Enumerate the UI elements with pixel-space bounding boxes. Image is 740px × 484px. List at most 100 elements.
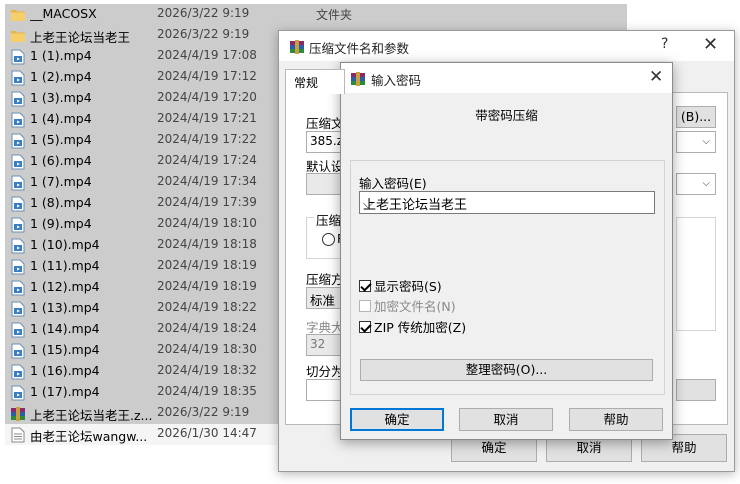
file-name: 1 (9).mp4 — [30, 216, 92, 231]
file-date: 2024/4/19 17:39 — [157, 195, 257, 209]
file-date: 2024/4/19 18:10 — [157, 216, 257, 230]
file-name: 1 (8).mp4 — [30, 195, 92, 210]
file-date: 2024/4/19 17:08 — [157, 48, 257, 62]
file-name: 1 (17).mp4 — [30, 384, 100, 399]
winrar-icon — [351, 72, 365, 86]
dict-size-dropdown[interactable]: 32 — [306, 334, 344, 356]
split-label: 切分为 — [306, 364, 344, 379]
tab-general-label: 常规 — [294, 76, 319, 90]
browse-button[interactable]: (B)... — [676, 106, 716, 128]
file-name: 1 (7).mp4 — [30, 174, 92, 189]
text-file-icon — [10, 427, 26, 443]
password-ok-label: 确定 — [384, 412, 410, 427]
file-name: 上老王论坛当老王.z... — [30, 408, 153, 423]
password-help-button[interactable]: 帮助 — [569, 408, 663, 431]
file-name: 由老王论坛wangw... — [30, 429, 148, 444]
file-date: 2024/4/19 18:32 — [157, 363, 257, 377]
organize-passwords-label: 整理密码(O)... — [465, 362, 548, 377]
file-name: 1 (16).mp4 — [30, 363, 100, 378]
video-file-icon — [10, 175, 26, 191]
set-password-button[interactable] — [676, 379, 716, 401]
file-date: 2024/4/19 17:21 — [157, 111, 257, 125]
archive-icon — [10, 406, 26, 422]
folder-icon — [10, 7, 26, 23]
help-label: 帮助 — [671, 440, 697, 455]
file-name: 上老王论坛当老王 — [30, 30, 131, 45]
file-date: 2024/4/19 18:30 — [157, 342, 257, 356]
tab-general[interactable]: 常规 — [285, 69, 345, 94]
password-dialog-titlebar[interactable]: 输入密码 ✕ — [341, 63, 672, 93]
checkbox-box[interactable] — [359, 299, 371, 312]
password-combobox[interactable]: 上老王论坛当老王 ⌵ — [359, 191, 655, 214]
video-file-icon — [10, 301, 26, 317]
close-icon[interactable]: ✕ — [703, 34, 718, 55]
file-name: 1 (13).mp4 — [30, 300, 100, 315]
checkbox-box[interactable] — [359, 320, 371, 333]
file-date: 2024/4/19 17:20 — [157, 90, 257, 104]
video-file-icon — [10, 70, 26, 86]
archive-name-label: 压缩文 — [306, 116, 344, 131]
video-file-icon — [10, 133, 26, 149]
password-label: 输入密码(E) — [359, 176, 427, 191]
password-dialog: 输入密码 ✕ 带密码压缩 输入密码(E) 上老王论坛当老王 ⌵ 显示密码(S) … — [340, 62, 673, 440]
file-date: 2024/4/19 18:19 — [157, 279, 257, 293]
chevron-down-icon: ⌵ — [702, 136, 710, 147]
file-date: 2024/4/19 17:12 — [157, 69, 257, 83]
method-label: 压缩方 — [306, 272, 344, 287]
encrypt-filenames-checkbox[interactable]: 加密文件名(N) — [359, 296, 456, 315]
video-file-icon — [10, 49, 26, 65]
file-date: 2024/4/19 18:35 — [157, 384, 257, 398]
file-date: 2024/4/19 18:22 — [157, 300, 257, 314]
file-date: 2026/3/22 9:19 — [157, 6, 250, 20]
zip-legacy-encryption-checkbox[interactable]: ZIP 传统加密(Z) — [359, 317, 466, 336]
show-password-checkbox[interactable]: 显示密码(S) — [359, 276, 442, 295]
chevron-down-icon: ⌵ — [702, 178, 710, 189]
file-date: 2024/4/19 17:24 — [157, 153, 257, 167]
profile-button[interactable] — [306, 173, 344, 195]
file-name: 1 (2).mp4 — [30, 69, 92, 84]
cancel-label: 取消 — [576, 440, 602, 455]
method-dropdown[interactable]: 标准 — [306, 287, 344, 309]
file-name: 1 (5).mp4 — [30, 132, 92, 147]
options-group — [676, 217, 716, 331]
file-name: 1 (4).mp4 — [30, 111, 92, 126]
update-mode-dropdown[interactable]: ⌵ — [676, 173, 716, 195]
file-date: 2026/3/22 9:19 — [157, 27, 250, 41]
archive-name-dropdown[interactable]: ⌵ — [676, 131, 716, 153]
show-password-label: 显示密码(S) — [374, 279, 442, 294]
checkbox-box[interactable] — [359, 279, 371, 292]
file-date: 2024/4/19 17:22 — [157, 132, 257, 146]
video-file-icon — [10, 322, 26, 338]
format-radio[interactable] — [322, 233, 335, 246]
winrar-icon — [290, 40, 304, 54]
password-cancel-button[interactable]: 取消 — [459, 408, 553, 431]
video-file-icon — [10, 91, 26, 107]
file-date: 2024/4/19 18:18 — [157, 237, 257, 251]
file-name: 1 (12).mp4 — [30, 279, 100, 294]
password-help-label: 帮助 — [603, 412, 629, 427]
encrypt-filenames-label: 加密文件名(N) — [374, 299, 456, 314]
file-date: 2026/1/30 14:47 — [157, 426, 257, 440]
file-date: 2024/4/19 18:19 — [157, 258, 257, 272]
video-file-icon — [10, 112, 26, 128]
method-value: 标准 — [310, 293, 336, 308]
file-type: 文件夹 — [316, 8, 353, 22]
file-name: 1 (14).mp4 — [30, 321, 100, 336]
password-heading: 带密码压缩 — [475, 108, 538, 123]
chevron-down-icon[interactable]: ⌵ — [363, 197, 649, 212]
help-icon[interactable]: ? — [661, 36, 668, 52]
video-file-icon — [10, 238, 26, 254]
file-row[interactable]: __MACOSX 2026/3/22 9:19 文件夹 — [5, 4, 627, 25]
file-name: 1 (11).mp4 — [30, 258, 100, 273]
organize-passwords-button[interactable]: 整理密码(O)... — [360, 359, 653, 381]
close-icon[interactable]: ✕ — [649, 67, 663, 87]
video-file-icon — [10, 343, 26, 359]
file-name: 1 (6).mp4 — [30, 153, 92, 168]
video-file-icon — [10, 259, 26, 275]
file-name: __MACOSX — [30, 6, 97, 21]
ok-label: 确定 — [481, 440, 507, 455]
split-input[interactable] — [306, 379, 344, 401]
archive-dialog-titlebar[interactable]: 压缩文件名和参数 ? ✕ — [279, 31, 734, 61]
password-ok-button[interactable]: 确定 — [350, 408, 444, 431]
file-name: 1 (1).mp4 — [30, 48, 92, 63]
